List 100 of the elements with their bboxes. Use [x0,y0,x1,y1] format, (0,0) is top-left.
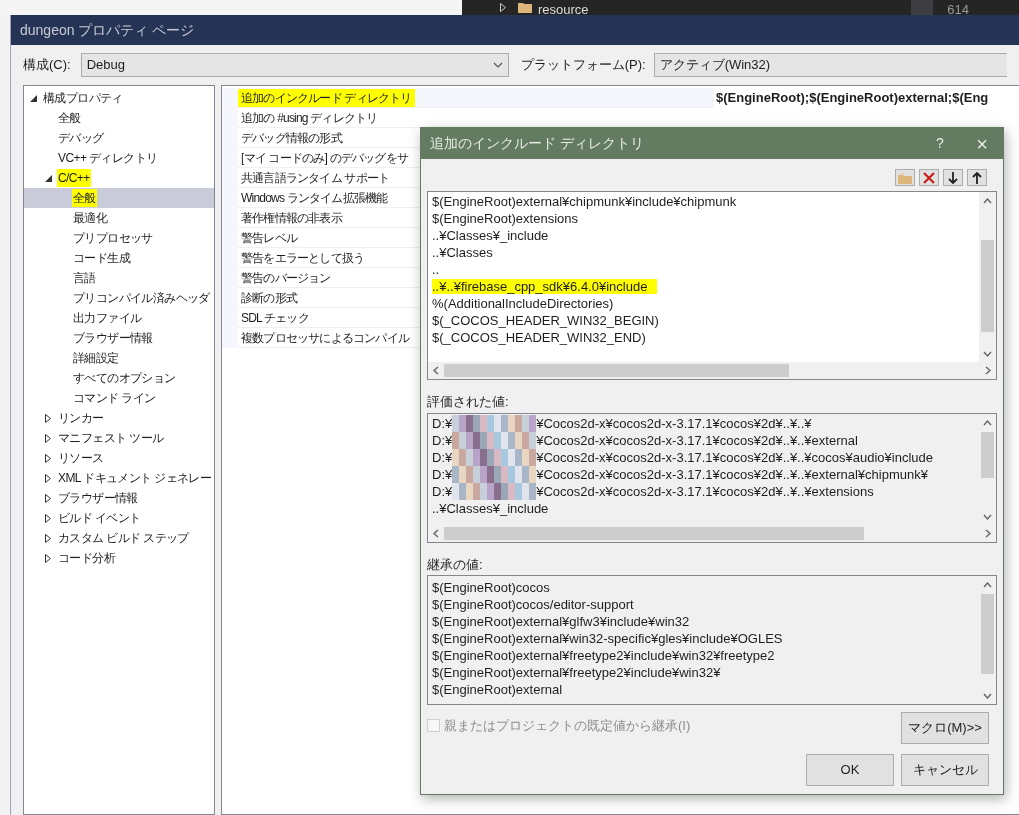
scroll-up-icon[interactable] [983,197,992,204]
directory-entry[interactable]: %(AdditionalIncludeDirectories) [432,295,979,312]
directory-entry[interactable]: $(_COCOS_HEADER_WIN32_END) [432,329,979,346]
collapsed-arrow-icon[interactable] [45,533,51,543]
tree-item[interactable]: コード分析 [24,548,214,568]
collapsed-arrow-icon[interactable] [45,513,51,523]
tree-item[interactable]: プリコンパイル済みヘッダ [24,288,214,308]
scroll-up-icon[interactable] [983,419,992,426]
scroll-down-icon[interactable] [983,350,992,357]
tree-item[interactable]: 最適化 [24,208,214,228]
evaluated-entry: D:¥ ¥Cocos2d-x¥cocos2d-x-3.17.1¥cocos¥2d¥..¥..¥external¥chipmunk¥ [432,466,929,483]
tree-item[interactable]: デバッグ [24,128,214,148]
inherited-label: 継承の値: [427,556,484,572]
tree-item[interactable]: ブラウザー情報 [24,328,214,348]
scrollbar-thumb[interactable] [981,432,994,478]
window-title: dungeon プロパティ ページ [20,20,195,40]
collapsed-arrow-icon[interactable] [45,453,51,463]
cancel-button[interactable]: キャンセル [901,754,989,786]
tree-item[interactable]: ビルド イベント [24,508,214,528]
tree-item-label: VC++ ディレクトリ [57,150,159,167]
platform-label: プラットフォーム(P): [520,56,646,75]
tree-item[interactable]: 言語 [24,268,214,288]
expanded-arrow-icon[interactable] [29,94,37,102]
tree-item-label[interactable]: resource [538,5,589,15]
tree-item[interactable]: C/C++ [24,168,214,188]
tree-item[interactable]: カスタム ビルド ステップ [24,528,214,548]
scroll-down-icon[interactable] [983,513,992,520]
evaluated-entry: D:¥ ¥Cocos2d-x¥cocos2d-x-3.17.1¥cocos¥2d¥..¥..¥external [432,432,859,449]
tree-item-label: プリプロセッサ [72,230,154,247]
down-arrow-icon [948,171,958,184]
evaluated-entry: ..¥Classes¥_include [432,500,550,517]
tree-item[interactable]: リンカー [24,408,214,428]
collapsed-arrow-icon[interactable] [45,493,51,503]
tree-item-label: デバッグ [57,130,105,147]
tree-item-label: リンカー [57,410,105,427]
config-dropdown[interactable]: Debug [80,53,509,77]
collapsed-arrow-icon[interactable] [45,473,51,483]
tree-item-label: C/C++ [57,169,91,187]
tree-item[interactable]: XML ドキュメント ジェネレー [24,468,214,488]
platform-dropdown[interactable]: アクティブ(Win32) [653,53,1007,77]
tree-item[interactable]: コード生成 [24,248,214,268]
directory-entry[interactable]: ..¥..¥firebase_cpp_sdk¥6.4.0¥include [432,278,979,295]
tree-item[interactable]: 全般 [24,188,214,208]
inherited-entry: $(EngineRoot)cocos/editor-support [432,596,635,613]
tree-item[interactable]: 詳細設定 [24,348,214,368]
tree-item-label: 最適化 [72,210,109,227]
expand-arrow-icon[interactable] [500,3,506,12]
tree-item-label: カスタム ビルド ステップ [57,530,190,547]
directory-entry[interactable]: ..¥Classes [432,244,979,261]
inherited-entry: $(EngineRoot)external¥freetype2¥include¥win32¥freetype2 [432,647,776,664]
tree-item[interactable]: 全般 [24,108,214,128]
scroll-right-icon[interactable] [985,529,991,538]
tree-item[interactable]: マニフェスト ツール [24,428,214,448]
tree-item[interactable]: 出力ファイル [24,308,214,328]
directory-entry[interactable]: .. [432,261,979,278]
collapsed-arrow-icon[interactable] [45,433,51,443]
tree-item-label: コード生成 [72,250,131,267]
directory-entry[interactable]: $(EngineRoot)extensions [432,210,979,227]
tree-item-label: コマンド ライン [72,390,157,407]
collapsed-arrow-icon[interactable] [45,413,51,423]
collapsed-arrow-icon[interactable] [45,553,51,563]
inherited-entry: $(EngineRoot)cocos [432,579,551,596]
tree-item[interactable]: ブラウザー情報 [24,488,214,508]
scroll-left-icon[interactable] [433,366,439,375]
directory-entry[interactable]: $(_COCOS_HEADER_WIN32_BEGIN) [432,312,979,329]
tree-item[interactable]: すべてのオプション [24,368,214,388]
directory-entry[interactable]: ..¥Classes¥_include [432,227,979,244]
move-down-button[interactable] [943,169,963,186]
scroll-right-icon[interactable] [985,366,991,375]
scrollbar[interactable] [911,0,934,15]
tree-item[interactable]: コマンド ライン [24,388,214,408]
evaluated-entry: D:¥ ¥Cocos2d-x¥cocos2d-x-3.17.1¥cocos¥2d¥..¥..¥cocos¥audio¥include [432,449,934,466]
macro-button[interactable]: マクロ(M)>> [901,712,989,744]
tree-item[interactable]: 構成プロパティ [24,88,214,108]
tree-item-label: リソース [57,450,105,467]
scroll-up-icon[interactable] [983,581,992,588]
tree-item-label: ビルド イベント [57,510,142,527]
tree-item[interactable]: VC++ ディレクトリ [24,148,214,168]
move-up-button[interactable] [967,169,987,186]
horizontal-scrollbar[interactable] [428,362,996,379]
line-number: 614 [947,5,969,15]
tree-item-label: 全般 [57,110,82,127]
tree-item[interactable]: リソース [24,448,214,468]
vertical-scrollbar[interactable] [979,192,996,362]
tree-item-label: すべてのオプション [72,370,177,387]
tree-item-label: XML ドキュメント ジェネレー [57,470,213,487]
scroll-down-icon[interactable] [983,692,992,699]
help-button[interactable]: ? [925,128,955,159]
inherited-entry: $(EngineRoot)external¥glfw3¥include¥win32 [432,613,691,630]
tree-item-label: ブラウザー情報 [57,490,139,507]
evaluated-label: 評価された値: [427,393,510,409]
scrollbar-thumb[interactable] [981,594,994,674]
delete-button[interactable] [919,169,939,186]
ok-button[interactable]: OK [806,754,894,786]
directory-entry[interactable]: $(EngineRoot)external¥chipmunk¥include¥chipmunk [432,193,979,210]
tree-item[interactable]: プリプロセッサ [24,228,214,248]
close-button[interactable]: × [967,128,997,159]
expanded-arrow-icon[interactable] [44,174,52,182]
scroll-left-icon[interactable] [433,529,439,538]
scrollbar-thumb[interactable] [981,240,994,332]
